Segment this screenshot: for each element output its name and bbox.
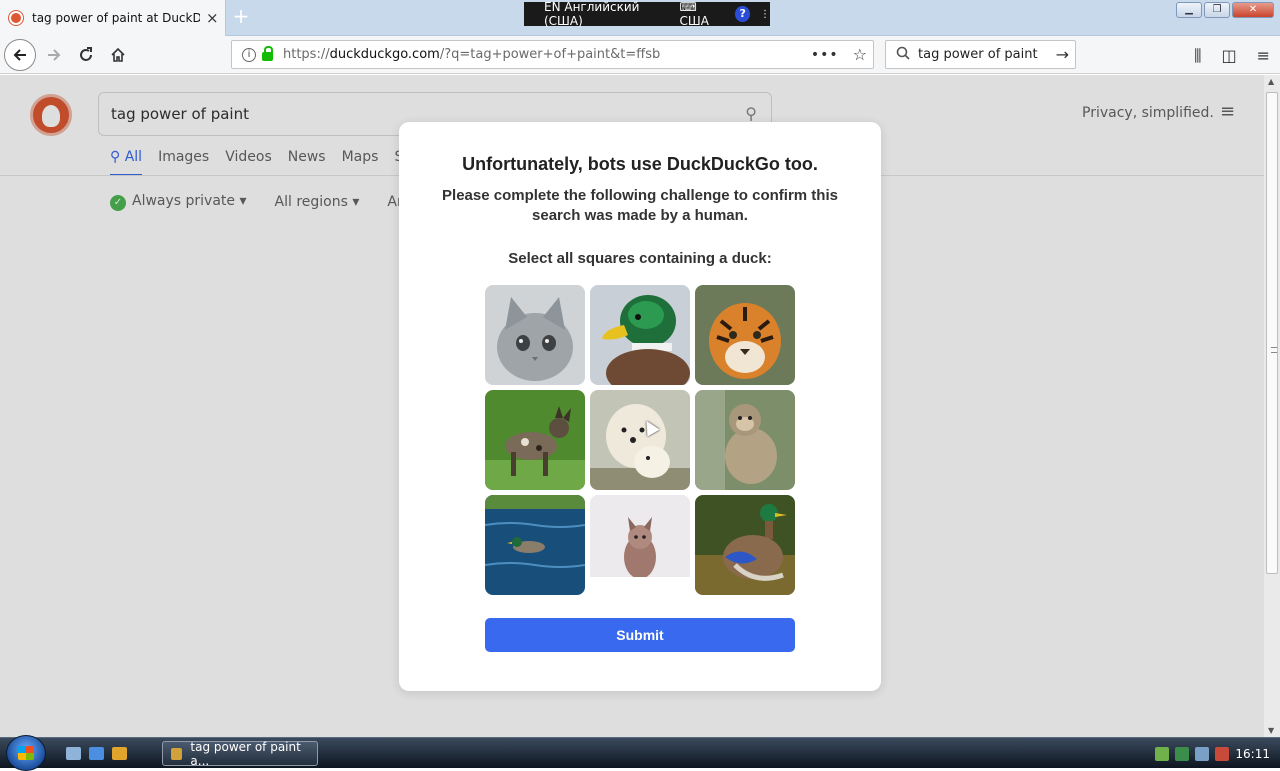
help-icon[interactable]: ?: [735, 6, 750, 22]
tray-excel-icon[interactable]: [1175, 746, 1190, 761]
page-content: tag power of paint ⚲ ⚲ All Images Videos…: [0, 75, 1264, 737]
scroll-down-icon[interactable]: ▼: [1268, 726, 1274, 735]
url-path: /?q=tag+power+of+paint&t=ffsb: [439, 47, 661, 62]
browser-search-bar[interactable]: tag power of paint →: [885, 40, 1076, 69]
tab-close-icon[interactable]: ×: [206, 9, 219, 27]
site-info-icon[interactable]: i: [242, 47, 256, 62]
taskbar: tag power of paint a... 16:11: [0, 735, 1280, 771]
language-bar-options-icon[interactable]: ⋮: [760, 9, 770, 20]
back-arrow-icon: [13, 49, 26, 61]
url-text[interactable]: https://duckduckgo.com/?q=tag+power+of+p…: [283, 47, 811, 62]
start-button[interactable]: [6, 735, 46, 771]
keyboard-layout[interactable]: ⌨ США: [679, 0, 725, 28]
challenge-tile-cat[interactable]: [485, 285, 585, 385]
challenge-tile-duck-on-water[interactable]: [485, 495, 585, 595]
sidebar-icon[interactable]: ◫: [1221, 46, 1236, 66]
url-prefix: https://: [283, 47, 330, 62]
library-icon[interactable]: ⫼: [1194, 46, 1201, 66]
duckduckgo-favicon-icon: [9, 11, 23, 25]
browser-tab[interactable]: tag power of paint at DuckDuckGo ×: [0, 0, 226, 36]
challenge-tile-duck-2[interactable]: [695, 495, 795, 595]
network-icon[interactable]: [1195, 746, 1210, 761]
secure-lock-icon[interactable]: [262, 46, 273, 61]
tab-strip: tag power of paint at DuckDuckGo × + EN …: [0, 0, 1280, 36]
app-icon: [171, 747, 183, 760]
challenge-instruction: Select all squares containing a duck:: [508, 250, 772, 267]
menu-icon[interactable]: ≡: [1257, 46, 1270, 66]
grip-icon: [1271, 347, 1277, 353]
clock[interactable]: 16:11: [1235, 747, 1270, 761]
forward-button[interactable]: [38, 39, 70, 71]
language-indicator[interactable]: EN Английский (США): [544, 0, 669, 28]
bot-challenge-modal: Unfortunately, bots use DuckDuckGo too. …: [399, 122, 881, 691]
scroll-up-icon[interactable]: ▲: [1268, 77, 1274, 86]
forward-arrow-icon: [48, 49, 61, 61]
home-icon: [111, 47, 125, 62]
maximize-button[interactable]: ❐: [1204, 2, 1230, 18]
back-button[interactable]: [4, 39, 36, 71]
show-desktop-icon[interactable]: [66, 747, 81, 760]
challenge-tile-duck[interactable]: [590, 285, 690, 385]
close-window-button[interactable]: ✕: [1232, 2, 1274, 18]
scrollbar-thumb[interactable]: [1266, 92, 1278, 574]
challenge-tile-wild-dog[interactable]: [485, 390, 585, 490]
tray-app-icon[interactable]: [1155, 746, 1170, 761]
home-button[interactable]: [102, 39, 134, 71]
challenge-tile-tiger[interactable]: [695, 285, 795, 385]
media-player-icon[interactable]: [112, 747, 127, 760]
url-domain: duckduckgo.com: [329, 47, 440, 62]
reload-icon: [80, 47, 92, 61]
volume-muted-icon[interactable]: [1215, 746, 1230, 761]
challenge-tile-polar-bears[interactable]: [590, 390, 690, 490]
url-bar[interactable]: i https://duckduckgo.com/?q=tag+power+of…: [231, 40, 874, 69]
submit-button[interactable]: Submit: [485, 618, 795, 652]
search-go-arrow-icon[interactable]: →: [1056, 45, 1069, 64]
page-actions-icon[interactable]: •••: [811, 47, 839, 63]
system-tray: 16:11: [1155, 738, 1280, 769]
tab-title: tag power of paint at DuckDuckGo: [32, 11, 200, 25]
modal-title: Unfortunately, bots use DuckDuckGo too.: [462, 154, 818, 174]
modal-subtitle: Please complete the following challenge …: [442, 187, 838, 224]
page-scrollbar[interactable]: ▲ ▼: [1264, 75, 1280, 737]
bookmark-star-icon[interactable]: ☆: [853, 45, 867, 64]
window-controls: ▁ ❐ ✕: [1176, 2, 1274, 18]
language-bar[interactable]: EN Английский (США) ⌨ США ? ⋮: [524, 0, 770, 28]
minimize-button[interactable]: ▁: [1176, 2, 1202, 18]
navigation-toolbar: i https://duckduckgo.com/?q=tag+power+of…: [0, 36, 1280, 74]
challenge-tile-monkey[interactable]: [695, 390, 795, 490]
taskbar-item-label: tag power of paint a...: [190, 739, 301, 768]
search-bar-value[interactable]: tag power of paint: [918, 47, 1038, 62]
challenge-grid: [485, 285, 795, 595]
reload-button[interactable]: [70, 39, 102, 71]
challenge-tile-fox[interactable]: [590, 495, 690, 595]
taskbar-item-firefox[interactable]: tag power of paint a...: [162, 739, 318, 768]
new-tab-button[interactable]: +: [230, 6, 252, 28]
explorer-icon[interactable]: [89, 747, 104, 760]
toolbar-icons: ⫼ ◫ ≡: [1194, 46, 1270, 66]
search-icon: [896, 46, 910, 64]
